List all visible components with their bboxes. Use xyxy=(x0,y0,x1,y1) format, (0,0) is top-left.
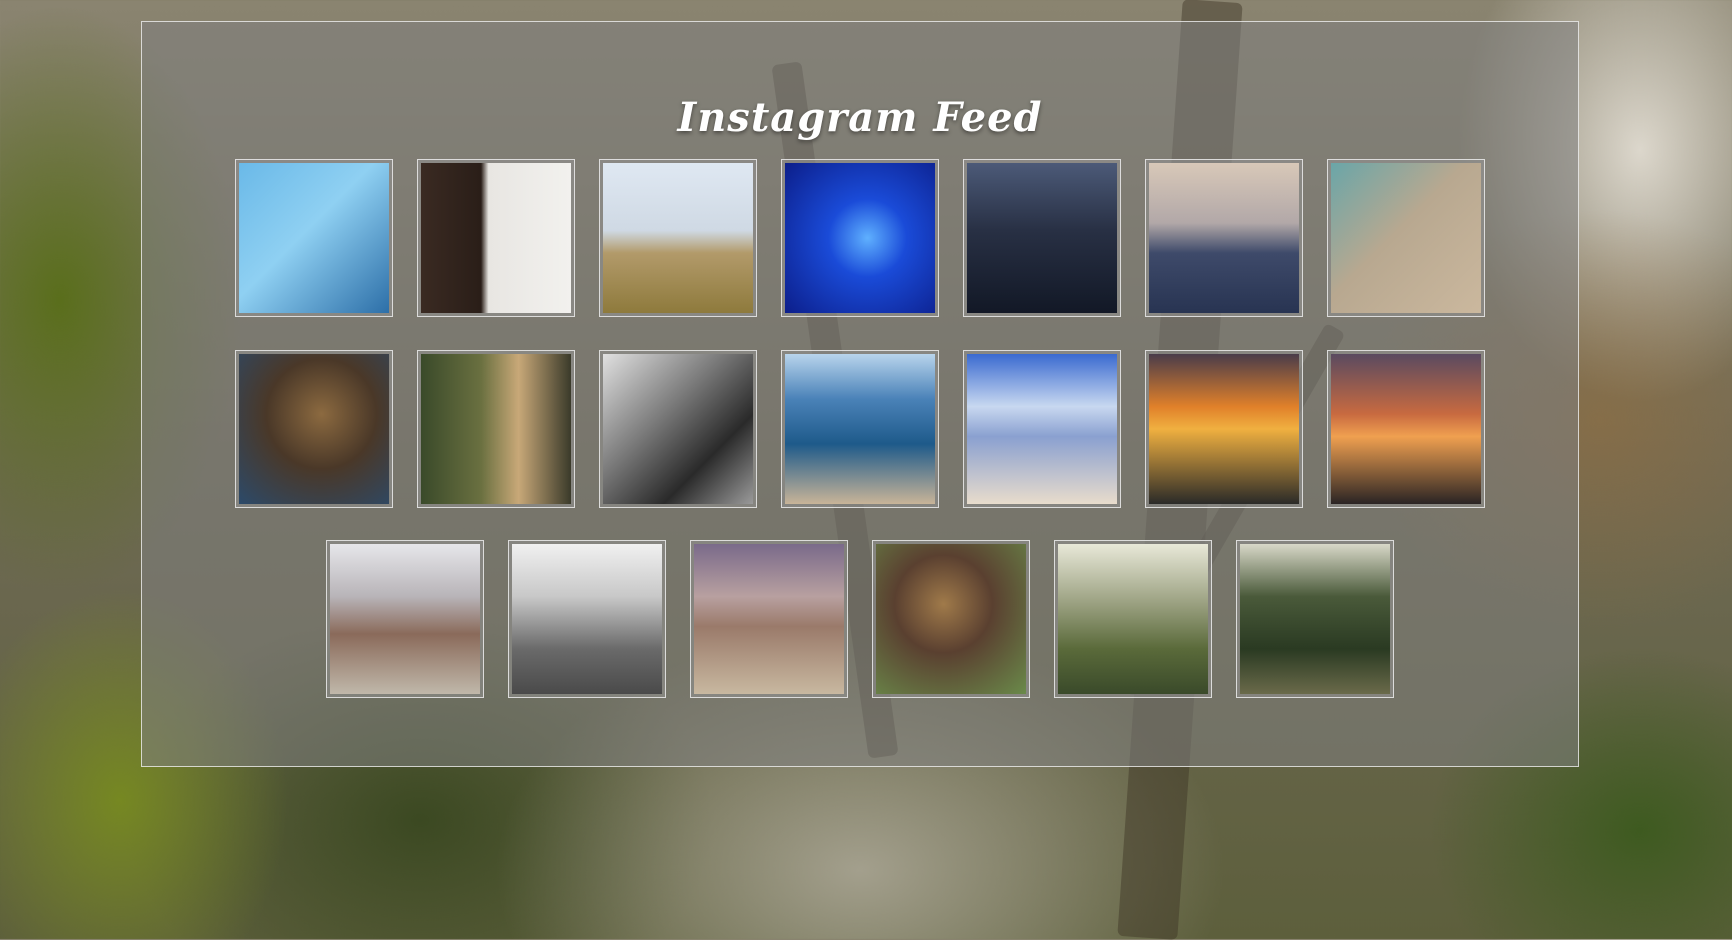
instagram-thumbnail[interactable] xyxy=(781,350,939,508)
instagram-thumbnail[interactable] xyxy=(326,540,484,698)
photo-mountain-clouds xyxy=(330,544,480,694)
instagram-thumbnail[interactable] xyxy=(599,159,757,317)
instagram-thumbnail[interactable] xyxy=(1236,540,1394,698)
photo-forest-trail xyxy=(1240,544,1390,694)
instagram-thumbnail[interactable] xyxy=(508,540,666,698)
photo-dog-blanket xyxy=(239,354,389,504)
photo-row xyxy=(142,350,1578,508)
instagram-feed-panel: Instagram Feed xyxy=(141,21,1579,767)
instagram-thumbnail[interactable] xyxy=(1327,350,1485,508)
photo-valley-bw xyxy=(512,544,662,694)
photo-dusk-water xyxy=(967,163,1117,313)
photo-gallery-wall xyxy=(421,163,571,313)
photo-shoreline xyxy=(785,354,935,504)
instagram-thumbnail[interactable] xyxy=(872,540,1030,698)
instagram-thumbnail[interactable] xyxy=(963,159,1121,317)
instagram-thumbnail[interactable] xyxy=(417,350,575,508)
instagram-thumbnail[interactable] xyxy=(963,350,1121,508)
instagram-thumbnail[interactable] xyxy=(1054,540,1212,698)
photo-palm-sunset xyxy=(1149,163,1299,313)
instagram-thumbnail[interactable] xyxy=(1327,159,1485,317)
photo-desert-plain xyxy=(694,544,844,694)
photo-wolf-kiss xyxy=(421,354,571,504)
photo-feet-stone xyxy=(1331,163,1481,313)
photo-row xyxy=(142,540,1578,698)
feed-title: Instagram Feed xyxy=(677,94,1043,141)
instagram-thumbnail[interactable] xyxy=(690,540,848,698)
photo-beach-walk xyxy=(967,354,1117,504)
instagram-thumbnail[interactable] xyxy=(599,350,757,508)
photo-history-sign xyxy=(239,163,389,313)
instagram-thumbnail[interactable] xyxy=(1145,350,1303,508)
photo-blue-spiral xyxy=(785,163,935,313)
photo-fire-sky xyxy=(1149,354,1299,504)
photo-row xyxy=(142,159,1578,317)
photo-rocks-bw xyxy=(603,354,753,504)
instagram-thumbnail[interactable] xyxy=(1145,159,1303,317)
photo-sunlit-meadow xyxy=(1058,544,1208,694)
photo-desert-doorway xyxy=(603,163,753,313)
instagram-thumbnail[interactable] xyxy=(417,159,575,317)
instagram-thumbnail[interactable] xyxy=(235,350,393,508)
photo-sunset-palms xyxy=(1331,354,1481,504)
instagram-thumbnail[interactable] xyxy=(235,159,393,317)
photo-dog-cushion xyxy=(876,544,1026,694)
instagram-thumbnail[interactable] xyxy=(781,159,939,317)
